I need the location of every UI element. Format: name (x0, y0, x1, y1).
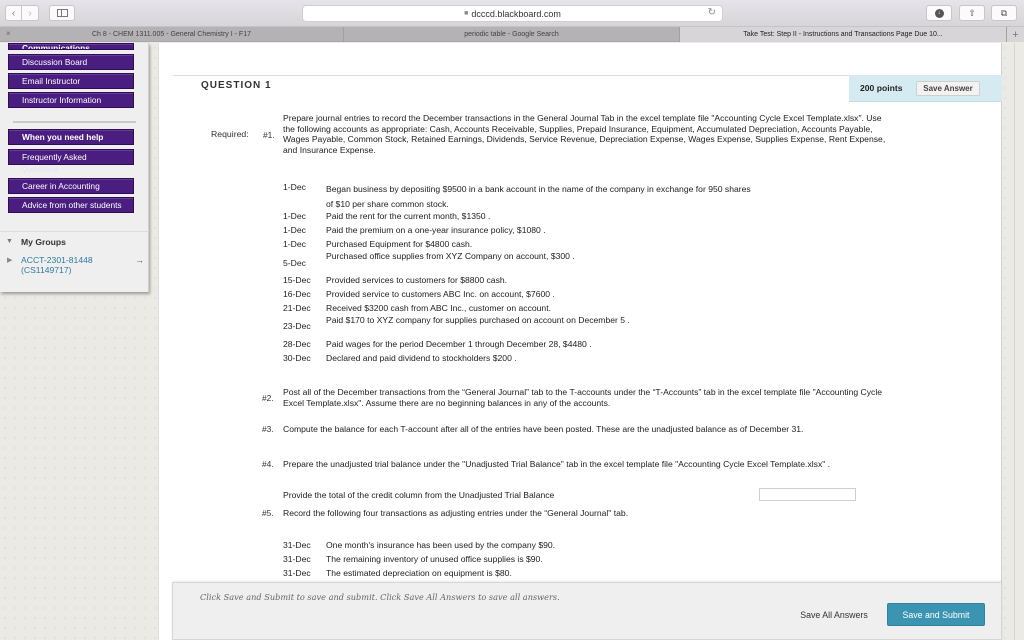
sidebar-divider (13, 121, 136, 123)
forward-button[interactable]: › (22, 5, 39, 21)
test-content: QUESTION 1 200 points Save Answer Requir… (158, 43, 1002, 640)
forward-icon: › (28, 7, 32, 19)
step-number: #1. (263, 130, 275, 140)
points-value: 200 points (860, 83, 903, 93)
reload-icon[interactable]: ↻ (708, 7, 716, 18)
sidebar-toggle-button[interactable] (49, 5, 75, 21)
step1-text: Prepare journal entries to record the De… (283, 113, 886, 155)
submit-bar: Click Save and Submit to save and submit… (172, 582, 1002, 640)
sidebar-item-communications[interactable]: Communications (8, 43, 134, 50)
submit-instructions: Click Save and Submit to save and submit… (200, 592, 560, 602)
question-divider (173, 75, 849, 76)
lock-icon: ■ (464, 10, 469, 17)
sidebar-divider (0, 231, 149, 232)
tab-chemistry[interactable]: × Ch 8 - CHEM 1311.005 - General Chemist… (0, 27, 344, 42)
my-groups-heading: My Groups (21, 237, 66, 247)
nav-buttons: ‹ › (5, 5, 39, 21)
back-icon: ‹ (11, 7, 16, 19)
faq-overflow-text: Questions (21, 164, 59, 174)
step4-text: Prepare the unadjusted trial balance und… (283, 459, 831, 469)
downloads-button[interactable]: ↓ (926, 5, 952, 21)
sidebar-item-faq[interactable]: Frequently Asked (8, 149, 134, 165)
caret-right-icon[interactable]: ▶ (7, 256, 12, 264)
sidebar-item-discussion-board[interactable]: Discussion Board (8, 54, 134, 70)
tabs-icon: ⧉ (1000, 7, 1008, 18)
sidebar-item-advice[interactable]: Advice from other students (8, 197, 134, 213)
tab-periodic-table[interactable]: periodic table - Google Search (344, 27, 680, 42)
group-code: (CS1149717) (21, 265, 72, 275)
sidebar-item-when-you-need-help[interactable]: When you need help (8, 129, 134, 145)
question-title: QUESTION 1 (201, 80, 272, 91)
step-number: #3. (262, 424, 274, 434)
close-tab-icon[interactable]: × (6, 29, 11, 38)
tab-label: periodic table - Google Search (464, 31, 559, 38)
sidebar-item-instructor-information[interactable]: Instructor Information (8, 92, 134, 108)
sidebar-item-career-in-accounting[interactable]: Career in Accounting (8, 178, 134, 194)
download-icon: ↓ (934, 8, 944, 18)
url-text: dcccd.blackboard.com (471, 8, 561, 19)
new-tab-button[interactable]: + (1007, 27, 1024, 42)
credit-prompt: Provide the total of the credit column f… (283, 490, 555, 500)
step5-text: Record the following four transactions a… (283, 508, 629, 518)
tab-label: Take Test: Step II - Instructions and Tr… (743, 31, 943, 38)
plus-icon: + (1012, 28, 1019, 41)
step-number: #2. (262, 393, 274, 403)
show-tabs-button[interactable]: ⧉ (991, 5, 1017, 21)
tab-label: Ch 8 - CHEM 1311.005 - General Chemistry… (92, 31, 251, 38)
points-panel: 200 points Save Answer (849, 75, 1002, 102)
sidebar-icon (56, 9, 68, 17)
address-bar[interactable]: ■ dcccd.blackboard.com ↻ (302, 5, 723, 22)
caret-down-icon[interactable]: ▼ (6, 238, 13, 245)
share-button[interactable]: ⇧ (959, 5, 985, 21)
step2-text: Post all of the December transactions fr… (283, 387, 883, 408)
step-number: #5. (262, 508, 274, 518)
browser-toolbar: ‹ › ■ dcccd.blackboard.com ↻ ↓ ⇧ ⧉ (0, 0, 1024, 27)
share-icon: ⇧ (968, 7, 976, 18)
back-button[interactable]: ‹ (5, 5, 22, 21)
step-number: #4. (262, 459, 274, 469)
group-link[interactable]: ACCT-2301-81448 (CS1149717) (21, 255, 93, 275)
page-scrollbar[interactable] (1014, 43, 1024, 640)
tab-bar: × Ch 8 - CHEM 1311.005 - General Chemist… (0, 27, 1024, 42)
sidebar-item-email-instructor[interactable]: Email Instructor (8, 73, 134, 89)
save-and-submit-button[interactable]: Save and Submit (887, 603, 985, 626)
credit-total-input[interactable] (759, 488, 856, 501)
step3-text: Compute the balance for each T-account a… (283, 424, 804, 434)
save-answer-button[interactable]: Save Answer (916, 81, 980, 96)
group-name: ACCT-2301-81448 (21, 255, 93, 265)
save-all-answers-button[interactable]: Save All Answers (787, 605, 881, 625)
arrow-right-icon[interactable]: → (135, 255, 144, 265)
required-label: Required: (211, 129, 249, 139)
tab-take-test[interactable]: Take Test: Step II - Instructions and Tr… (680, 27, 1007, 42)
